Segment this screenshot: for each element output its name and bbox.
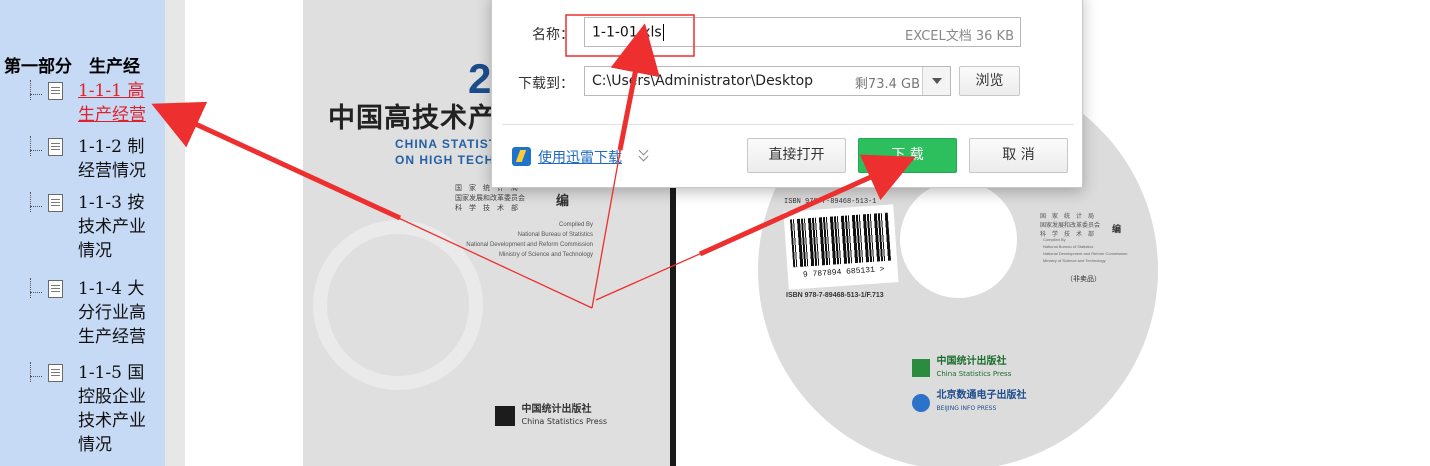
section-title[interactable]: 第一部分 生产经 xyxy=(4,52,140,77)
press-logo-cn: 中国统计出版社 xyxy=(521,404,592,415)
disc-compiled-by: Compiled By National Bureau of Statistic… xyxy=(1043,236,1143,264)
dialog-divider xyxy=(502,124,1074,125)
download-button[interactable]: 下 载 xyxy=(858,138,957,173)
compiled-line: National Bureau of Statistics xyxy=(517,232,593,238)
tree-branch-line xyxy=(26,362,48,382)
press-logo-icon xyxy=(495,406,515,426)
disc-publisher: 国 家 统 计 局 xyxy=(1040,213,1095,220)
disc-press-logo: 中国统计出版社 China Statistics Press xyxy=(912,356,1011,380)
cover-publisher: 科 学 技 术 部 xyxy=(455,204,518,212)
disc-publisher: 国家发展和改革委员会 xyxy=(1040,222,1101,229)
tree-branch-line xyxy=(26,80,48,100)
info-press-logo-icon xyxy=(912,393,930,412)
thunder-icon[interactable] xyxy=(512,147,531,166)
use-thunder-download-link[interactable]: 使用迅雷下载 xyxy=(538,147,622,167)
file-type-size: EXCEL文档 36 KB xyxy=(905,29,1014,44)
not-for-sale-label: （非卖品） xyxy=(1066,275,1101,283)
tree-item-label[interactable]: 1-1-3 按 技术产业 情况 xyxy=(78,191,165,263)
cd-center-hole xyxy=(900,181,1017,298)
tree-item-label[interactable]: 1-1-5 国 控股企业 技术产业 情况 xyxy=(78,361,165,457)
free-space-label: 剩73.4 GB xyxy=(854,77,920,92)
download-dialog: 名称： 1-1-01.xls EXCEL文档 36 KB 下载到： C:\Use… xyxy=(491,0,1083,188)
save-path-input[interactable]: C:\Users\Administrator\Desktop xyxy=(592,73,813,89)
tree-item-label[interactable]: 1-1-4 大 分行业高 生产经营 xyxy=(78,277,165,349)
disc-edited-by: 编 xyxy=(1112,225,1122,235)
disc-info-press-logo: 北京数通电子出版社 BEIJING INFO PRESS xyxy=(912,390,1026,415)
compiled-line: Ministry of Science and Technology xyxy=(499,252,593,258)
tree-branch-line xyxy=(26,192,48,212)
document-icon xyxy=(48,194,63,212)
double-chevron-down-icon[interactable] xyxy=(638,147,650,163)
isbn-line: ISBN 978-7-89468-513-1/F.713 xyxy=(786,292,884,299)
compiled-line: National Development and Reform Commissi… xyxy=(466,242,593,248)
name-label: 名称： xyxy=(532,27,574,43)
press-logo-icon xyxy=(912,359,930,377)
cover-title-en-line1: CHINA STATISTI xyxy=(395,137,502,151)
cover-edited-by: 编 xyxy=(556,194,570,209)
compiled-line: National Development and Reform Commissi… xyxy=(1043,251,1128,256)
save-to-label: 下载到： xyxy=(518,76,574,92)
document-icon xyxy=(48,364,63,382)
viewer-margin xyxy=(165,0,185,466)
barcode: 9 787894 685131 > xyxy=(783,204,899,290)
barcode-number: 9 787894 685131 > xyxy=(802,265,885,280)
press-logo: 中国统计出版社 China Statistics Press xyxy=(495,404,607,428)
document-icon xyxy=(48,280,63,298)
cover-compiled-by: Compiled By National Bureau of Statistic… xyxy=(463,220,593,260)
document-icon xyxy=(48,82,63,100)
document-icon xyxy=(48,138,63,156)
disc-logo2-cn: 北京数通电子出版社 xyxy=(936,390,1027,401)
tree-sidebar: 第一部分 生产经 1-1-1 高 生产经营 1-1-2 制 经营情况 1-1-3… xyxy=(0,0,165,466)
tree-branch-line xyxy=(26,136,48,156)
disc-logo1-en: China Statistics Press xyxy=(936,370,1012,378)
browse-button[interactable]: 浏览 xyxy=(959,66,1020,96)
file-name-input[interactable]: 1-1-01.xls xyxy=(592,24,664,41)
disc-logo1-cn: 中国统计出版社 xyxy=(936,356,1007,367)
cover-publisher: 国家发展和改革委员会 xyxy=(455,194,525,202)
chevron-down-icon[interactable] xyxy=(922,67,950,95)
disc-logo2-en: BEIJING INFO PRESS xyxy=(936,405,997,412)
tree-item-label[interactable]: 1-1-1 高 生产经营 xyxy=(78,79,165,127)
file-name-field[interactable]: 1-1-01.xls EXCEL文档 36 KB xyxy=(584,17,1021,47)
cover-watermark xyxy=(313,220,483,390)
save-path-field[interactable]: C:\Users\Administrator\Desktop 剩73.4 GB xyxy=(584,66,951,96)
disc-publishers: 国 家 统 计 局 国家发展和改革委员会 科 学 技 术 部 xyxy=(1040,212,1100,239)
compiled-line: Compiled By xyxy=(1043,237,1066,242)
press-logo-en: China Statistics Press xyxy=(521,417,608,426)
cover-title-en-line2: ON HIGH TECHN xyxy=(395,153,504,167)
compiled-line: Compiled By xyxy=(558,222,593,228)
compiled-line: National Bureau of Statistics xyxy=(1043,244,1094,249)
tree-branch-line xyxy=(26,278,48,298)
barcode-bars xyxy=(789,212,892,268)
cancel-button[interactable]: 取 消 xyxy=(969,138,1068,173)
compiled-line: Ministry of Science and Technology xyxy=(1043,258,1106,263)
isbn-top-text: ISBN 978-7-89468-513-1 xyxy=(784,198,877,206)
tree-item-label[interactable]: 1-1-2 制 经营情况 xyxy=(78,135,165,183)
open-directly-button[interactable]: 直接打开 xyxy=(747,138,846,173)
